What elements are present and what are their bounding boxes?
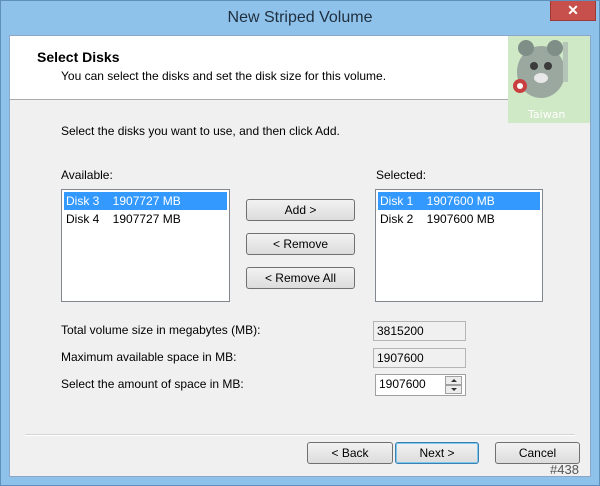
available-label: Available:: [61, 168, 113, 182]
next-button[interactable]: Next >: [395, 442, 479, 464]
mascot-logo: Taiwan: [508, 36, 590, 123]
cancel-button[interactable]: Cancel: [495, 442, 580, 464]
list-item[interactable]: Disk 2 1907600 MB: [378, 210, 540, 228]
list-item[interactable]: Disk 4 1907727 MB: [64, 210, 227, 228]
add-button[interactable]: Add >: [246, 199, 355, 221]
dialog-window: New Striped Volume ✕ Select Disks You ca…: [0, 0, 600, 486]
amount-spinbox[interactable]: 1907600: [375, 374, 466, 396]
close-icon: ✕: [567, 2, 579, 18]
available-disks-list[interactable]: Disk 3 1907727 MB Disk 4 1907727 MB: [61, 189, 230, 302]
max-space-field: 1907600: [373, 348, 466, 368]
wizard-header: Select Disks You can select the disks an…: [10, 36, 590, 100]
spin-up-icon[interactable]: [445, 376, 462, 385]
remove-all-button[interactable]: < Remove All: [246, 267, 355, 289]
page-title: Select Disks: [37, 49, 120, 65]
title-bar[interactable]: New Striped Volume: [1, 1, 599, 35]
footer-divider: [25, 434, 575, 436]
list-item[interactable]: Disk 3 1907727 MB: [64, 192, 227, 210]
corner-number-tag: #438: [550, 462, 579, 477]
remove-button[interactable]: < Remove: [246, 233, 355, 255]
total-size-field: 3815200: [373, 321, 466, 341]
max-space-label: Maximum available space in MB:: [61, 350, 237, 364]
close-button[interactable]: ✕: [550, 1, 596, 21]
svg-text:Taiwan: Taiwan: [527, 108, 565, 121]
spin-down-icon[interactable]: [445, 385, 462, 394]
instructions-text: Select the disks you want to use, and th…: [61, 124, 340, 138]
list-item[interactable]: Disk 1 1907600 MB: [378, 192, 540, 210]
dialog-body: Select Disks You can select the disks an…: [9, 35, 591, 477]
amount-label: Select the amount of space in MB:: [61, 377, 244, 391]
selected-disks-list[interactable]: Disk 1 1907600 MB Disk 2 1907600 MB: [375, 189, 543, 302]
page-subtitle: You can select the disks and set the dis…: [61, 69, 387, 83]
total-size-label: Total volume size in megabytes (MB):: [61, 323, 261, 337]
selected-label: Selected:: [376, 168, 427, 182]
amount-input[interactable]: 1907600: [379, 377, 426, 391]
back-button[interactable]: < Back: [307, 442, 393, 464]
window-title: New Striped Volume: [227, 9, 373, 26]
